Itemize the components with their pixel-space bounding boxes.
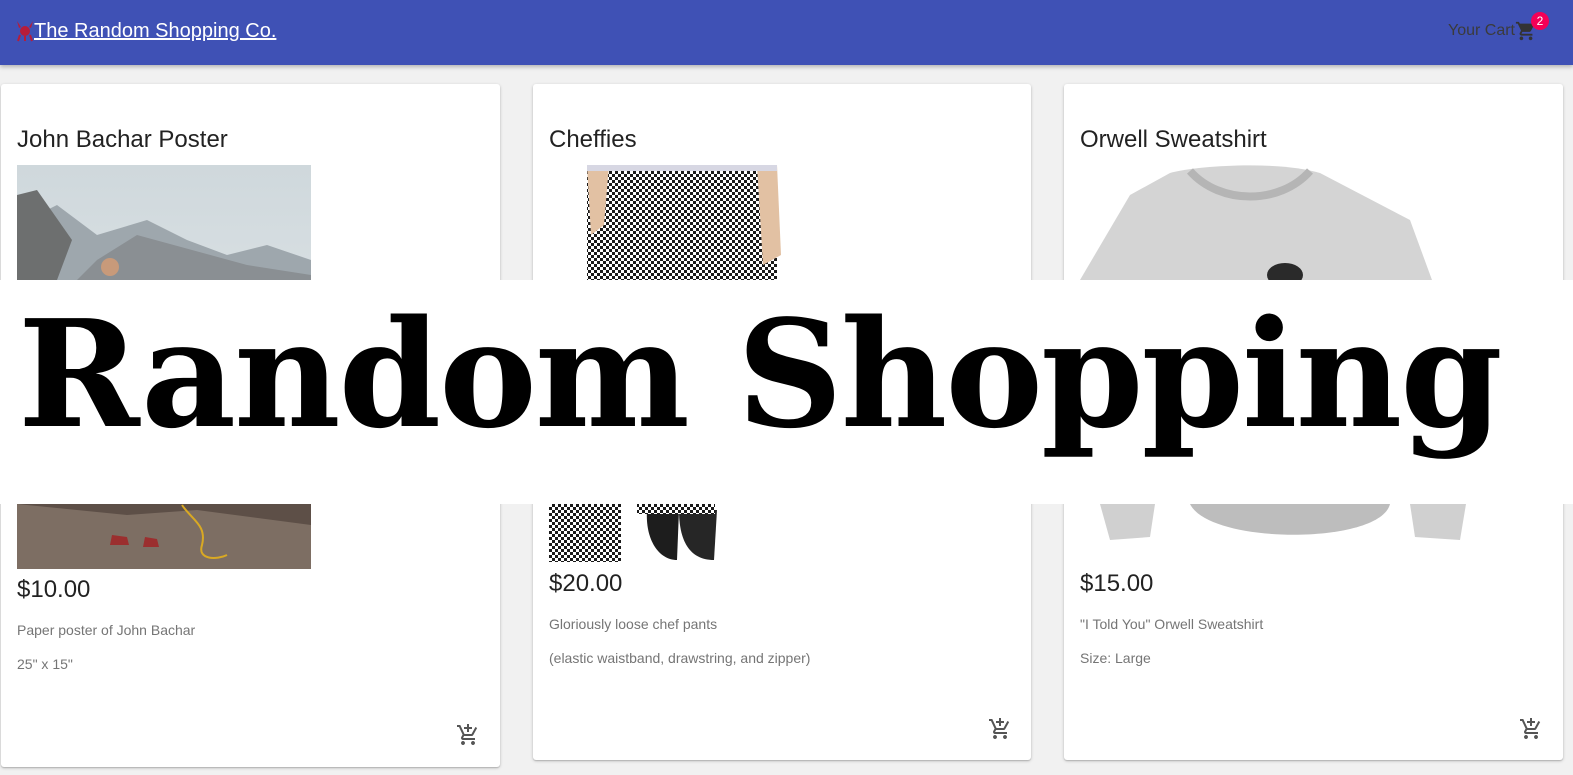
product-description: (elastic waistband, drawstring, and zipp… [549, 650, 811, 666]
product-description: "I Told You" Orwell Sweatshirt [1080, 616, 1264, 632]
product-description: Paper poster of John Bachar [17, 622, 196, 638]
brand-link[interactable]: The Random Shopping Co. [34, 18, 276, 44]
product-description: Gloriously loose chef pants [549, 616, 718, 632]
cart-count-badge: 2 [1531, 12, 1549, 30]
product-title: Orwell Sweatshirt [1080, 126, 1267, 153]
product-price: $10.00 [17, 576, 91, 603]
banner-text: Random Shopping [18, 287, 1503, 461]
add-shopping-cart-icon[interactable] [456, 723, 480, 747]
product-price: $20.00 [549, 570, 623, 597]
app-bar: The Random Shopping Co. Your Cart 2 [0, 0, 1573, 65]
devil-icon [14, 19, 36, 43]
product-title: Cheffies [549, 126, 637, 153]
product-price: $15.00 [1080, 570, 1154, 597]
product-title: John Bachar Poster [17, 126, 228, 153]
cart-button[interactable]: Your Cart 2 [1448, 12, 1549, 44]
product-description: 25" x 15" [17, 656, 73, 672]
product-description: Size: Large [1080, 650, 1151, 666]
add-shopping-cart-icon[interactable] [1519, 717, 1543, 741]
brand[interactable]: The Random Shopping Co. [14, 18, 276, 44]
banner-overlay: Random Shopping [0, 280, 1573, 504]
shopping-cart-icon: 2 [1515, 12, 1549, 42]
cart-label: Your Cart [1448, 22, 1515, 39]
add-shopping-cart-icon[interactable] [988, 717, 1012, 741]
